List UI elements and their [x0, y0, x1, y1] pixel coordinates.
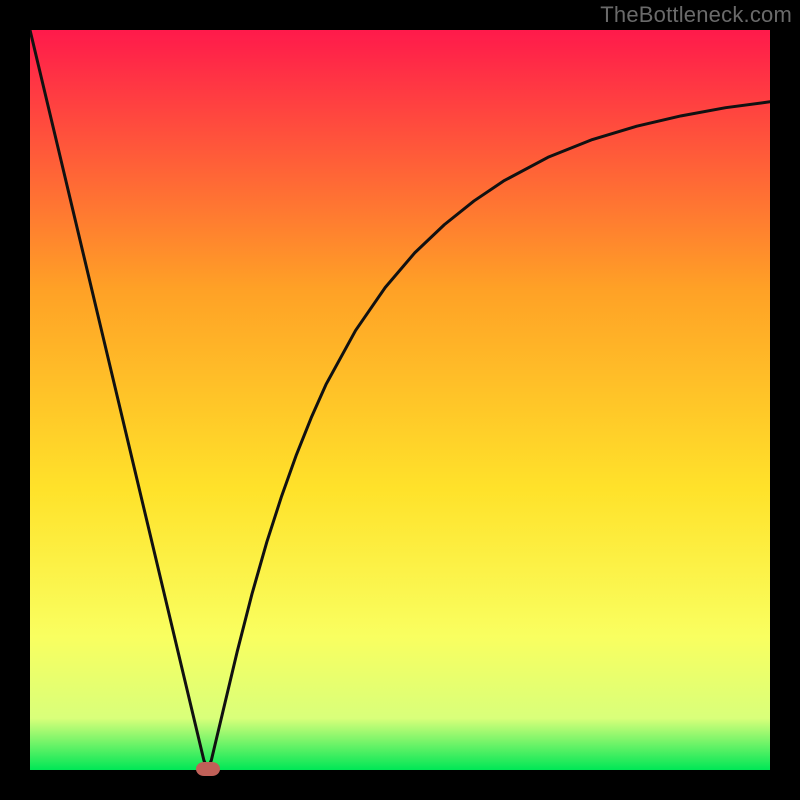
chart-frame: TheBottleneck.com — [0, 0, 800, 800]
plot-area — [30, 30, 770, 770]
watermark-text: TheBottleneck.com — [600, 2, 792, 28]
gradient-background — [30, 30, 770, 770]
optimal-point-marker — [196, 762, 220, 776]
chart-svg — [30, 30, 770, 770]
